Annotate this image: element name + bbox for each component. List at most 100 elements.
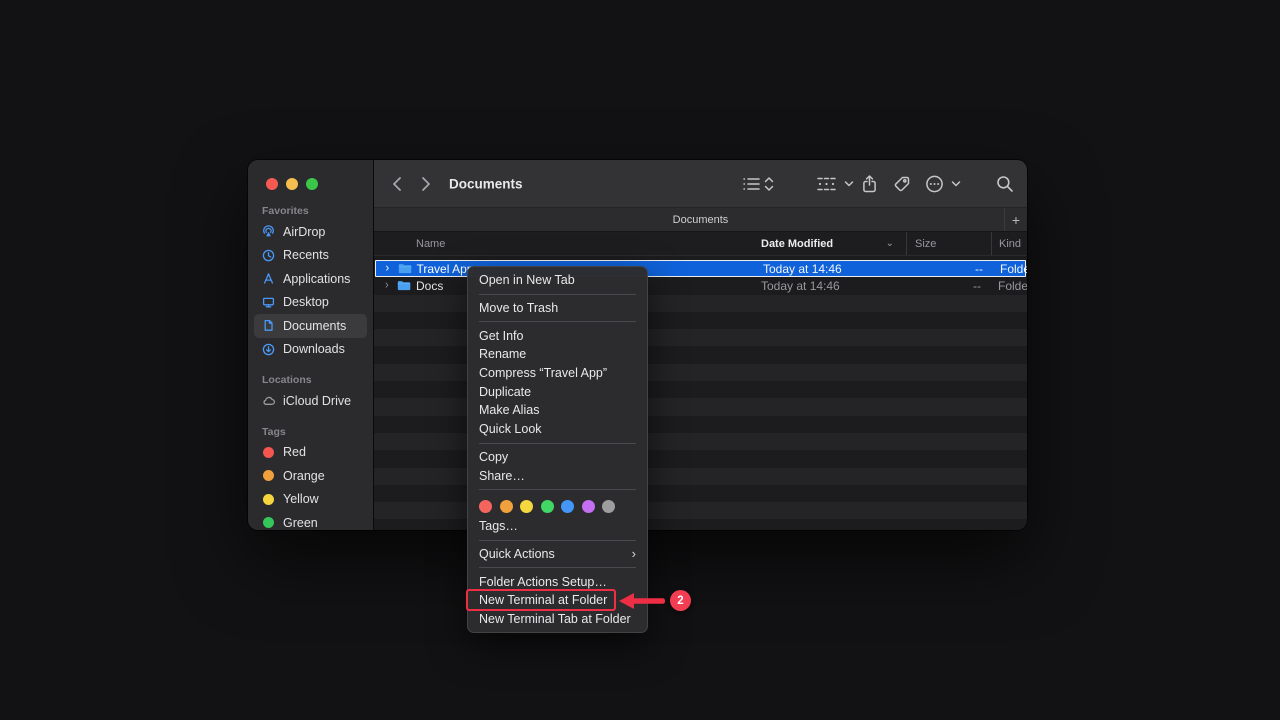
column-header-kind[interactable]: Kind bbox=[991, 232, 1027, 255]
menu-item-new-terminal-tab-at-folder[interactable]: New Terminal Tab at Folder bbox=[468, 610, 647, 629]
recents-icon bbox=[261, 249, 276, 262]
zoom-window-button[interactable] bbox=[306, 178, 318, 190]
sidebar-section-favorites: Favorites AirDropRecents Applications Deskt… bbox=[254, 204, 367, 361]
finder-sidebar: Favorites AirDropRecents Applications Deskt… bbox=[248, 160, 374, 530]
menu-separator bbox=[479, 294, 636, 295]
more-chevron-down-icon[interactable] bbox=[951, 180, 961, 187]
menu-item-quick-look[interactable]: Quick Look bbox=[468, 420, 647, 439]
tag-color-dot[interactable] bbox=[479, 500, 492, 513]
file-kind: Folder bbox=[993, 262, 1027, 276]
menu-item-share[interactable]: Share… bbox=[468, 466, 647, 485]
annotation-step-badge: 2 bbox=[670, 590, 691, 611]
column-header-name[interactable]: Name bbox=[374, 238, 761, 250]
menu-item-label: Rename bbox=[479, 347, 526, 361]
tag-color-dot[interactable] bbox=[541, 500, 554, 513]
menu-item-rename[interactable]: Rename bbox=[468, 345, 647, 364]
tag-color-dot[interactable] bbox=[602, 500, 615, 513]
sidebar-item-yellow[interactable]: Yellow bbox=[254, 488, 367, 512]
minimize-window-button[interactable] bbox=[286, 178, 298, 190]
desktop-background: Favorites AirDropRecents Applications Deskt… bbox=[0, 0, 1280, 720]
tagdot-icon bbox=[261, 494, 276, 505]
menu-item-label: New Terminal at Folder bbox=[479, 593, 607, 607]
menu-item-get-info[interactable]: Get Info bbox=[468, 326, 647, 345]
sidebar-item-airdrop[interactable]: AirDrop bbox=[254, 220, 367, 244]
menu-item-compress-travel-app[interactable]: Compress “Travel App” bbox=[468, 364, 647, 383]
sidebar-item-recents[interactable]: Recents bbox=[254, 244, 367, 268]
sidebar-item-downloads[interactable]: Downloads bbox=[254, 338, 367, 362]
disclosure-chevron-icon[interactable]: › bbox=[386, 263, 398, 275]
forward-button[interactable] bbox=[421, 176, 432, 192]
share-icon[interactable] bbox=[861, 174, 878, 193]
sidebar-section-label: Favorites bbox=[262, 204, 359, 218]
menu-item-open-in-new-tab[interactable]: Open in New Tab bbox=[468, 271, 647, 290]
tagdot-icon bbox=[261, 447, 276, 458]
menu-item-label: Duplicate bbox=[479, 385, 531, 399]
menu-tag-colors bbox=[468, 494, 647, 517]
menu-item-quick-actions[interactable]: Quick Actions › bbox=[468, 545, 647, 564]
tag-color-dot[interactable] bbox=[582, 500, 595, 513]
file-size: -- bbox=[906, 279, 991, 293]
column-header-size[interactable]: Size bbox=[906, 232, 991, 255]
menu-separator bbox=[479, 540, 636, 541]
sidebar-item-icloud-drive[interactable]: iCloud Drive bbox=[254, 389, 367, 413]
sidebar-item-label: Red bbox=[283, 445, 306, 459]
menu-item-label: Share… bbox=[479, 469, 525, 483]
sidebar-item-label: Desktop bbox=[283, 295, 329, 309]
group-chevron-down-icon[interactable] bbox=[844, 180, 854, 187]
view-mode-chevrons-icon[interactable] bbox=[764, 176, 774, 191]
tag-color-dot[interactable] bbox=[520, 500, 533, 513]
sidebar-item-red[interactable]: Red bbox=[254, 441, 367, 465]
search-icon[interactable] bbox=[996, 175, 1014, 193]
menu-item-label: Quick Look bbox=[479, 422, 542, 436]
menu-item-label: Get Info bbox=[479, 329, 523, 343]
group-icon[interactable] bbox=[816, 175, 837, 192]
cloud-icon bbox=[261, 395, 276, 406]
submenu-chevron-icon: › bbox=[632, 546, 636, 561]
menu-item-move-to-trash[interactable]: Move to Trash bbox=[468, 299, 647, 318]
sidebar-item-green[interactable]: Green bbox=[254, 511, 367, 530]
sidebar-item-desktop[interactable]: Desktop bbox=[254, 291, 367, 315]
sidebar-section-label: Locations bbox=[262, 373, 359, 387]
desktop-icon bbox=[261, 296, 276, 309]
menu-item-label: Make Alias bbox=[479, 403, 539, 417]
sidebar-item-documents[interactable]: Documents bbox=[254, 314, 367, 338]
menu-item-label: Quick Actions bbox=[479, 547, 555, 561]
tag-color-dot[interactable] bbox=[500, 500, 513, 513]
file-name: Docs bbox=[416, 279, 443, 293]
window-controls bbox=[266, 178, 318, 190]
back-button[interactable] bbox=[391, 176, 402, 192]
sidebar-item-applications[interactable]: Applications bbox=[254, 267, 367, 291]
folder-icon bbox=[398, 263, 412, 274]
column-header-date-modified[interactable]: Date Modified ⌄ bbox=[761, 238, 906, 250]
view-list-icon[interactable] bbox=[742, 176, 760, 192]
tag-color-dot[interactable] bbox=[561, 500, 574, 513]
sidebar-item-label: Applications bbox=[283, 272, 350, 286]
sidebar-section-label: Tags bbox=[262, 425, 359, 439]
menu-item-label: Open in New Tab bbox=[479, 273, 575, 287]
menu-item-tags[interactable]: Tags… bbox=[468, 517, 647, 536]
menu-item-folder-actions-setup[interactable]: Folder Actions Setup… bbox=[468, 572, 647, 591]
sidebar-item-label: iCloud Drive bbox=[283, 394, 351, 408]
sidebar-item-orange[interactable]: Orange bbox=[254, 464, 367, 488]
tab-bar: Documents + bbox=[374, 207, 1027, 231]
sidebar-item-label: Documents bbox=[283, 319, 346, 333]
file-name: Travel App bbox=[417, 262, 474, 276]
tab-documents[interactable]: Documents bbox=[673, 214, 729, 226]
close-window-button[interactable] bbox=[266, 178, 278, 190]
tag-icon[interactable] bbox=[893, 175, 911, 193]
more-actions-icon[interactable] bbox=[925, 174, 944, 193]
menu-item-copy[interactable]: Copy bbox=[468, 448, 647, 467]
tagdot-icon bbox=[261, 517, 276, 528]
sidebar-section-locations: Locations iCloud Drive bbox=[254, 373, 367, 413]
menu-item-duplicate[interactable]: Duplicate bbox=[468, 382, 647, 401]
disclosure-chevron-icon[interactable]: › bbox=[385, 280, 397, 292]
menu-separator bbox=[479, 567, 636, 568]
tagdot-icon bbox=[261, 470, 276, 481]
menu-item-make-alias[interactable]: Make Alias bbox=[468, 401, 647, 420]
new-tab-button[interactable]: + bbox=[1004, 208, 1027, 231]
annotation-arrow-icon bbox=[618, 590, 666, 612]
folder-icon bbox=[397, 280, 411, 291]
menu-separator bbox=[479, 321, 636, 322]
context-menu: Open in New Tab Move to Trash Get Info Rena… bbox=[467, 266, 648, 633]
sidebar-sections: Favorites AirDropRecents Applications Deskt… bbox=[248, 160, 373, 530]
